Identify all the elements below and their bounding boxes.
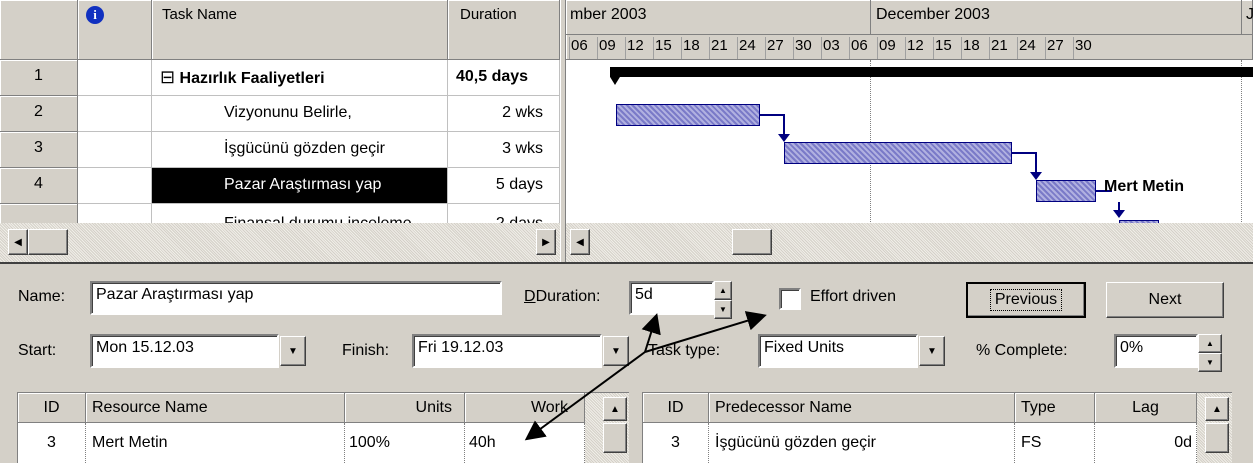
task-name-cell: Hazırlık Faaliyetleri [179,70,325,87]
task-name-cell[interactable]: Vizyonunu Belirle, [152,96,448,132]
indicator-cell[interactable] [78,96,152,132]
table-row[interactable]: ⊟ Hazırlık Faaliyetleri [152,60,448,96]
task-grid: i Task Name Duration 1 ⊟ Hazırlık Faaliy… [0,0,560,262]
duration-header-label: Duration [460,6,517,23]
grid-horizontal-scrollbar[interactable]: ◀ ▶ [0,223,560,262]
collapse-icon[interactable]: ⊟ [160,67,175,87]
indicators-column-header[interactable]: i [78,0,152,60]
task-rows: 1 ⊟ Hazırlık Faaliyetleri 40,5 days 2 Vi… [0,60,560,240]
row-header[interactable]: 4 [0,168,78,204]
task-form: Name: Pazar Araştırması yap DDuration: 5… [0,264,1253,463]
task-name-header-label: Task Name [162,6,238,23]
duration-cell[interactable]: 3 wks [448,132,560,168]
indicator-cell[interactable] [78,60,152,96]
duration-cell[interactable]: 2 wks [448,96,560,132]
row-header[interactable]: 2 [0,96,78,132]
scroll-left-arrow-icon[interactable]: ◀ [8,229,28,255]
row-header[interactable]: 3 [0,132,78,168]
annotation-arrows [524,311,767,441]
scroll-right-arrow-icon[interactable]: ▶ [536,229,556,255]
row-header[interactable]: 1 [0,60,78,96]
indicator-cell[interactable] [78,168,152,204]
scroll-thumb[interactable] [28,229,68,255]
indicator-cell[interactable] [78,132,152,168]
info-icon: i [86,6,104,24]
corner-select-all[interactable] [0,0,78,60]
duration-cell[interactable]: 40,5 days [448,60,560,96]
scroll-left-arrow-icon[interactable]: ◀ [570,229,590,255]
task-name-cell-selected[interactable]: Pazar Araştırması yap [152,168,448,204]
task-name-cell[interactable]: İşgücünü gözden geçir [152,132,448,168]
duration-column-header[interactable]: Duration [448,0,560,60]
scroll-thumb[interactable] [732,229,772,255]
gantt-horizontal-scrollbar[interactable]: ◀ [566,223,1253,262]
resource-label: Mert Metin [1104,178,1184,195]
task-name-column-header[interactable]: Task Name [152,0,448,60]
duration-cell[interactable]: 5 days [448,168,560,204]
gantt-chart: mber 2003 December 2003 J 06 09 12 15 18 21 24… [566,0,1253,262]
